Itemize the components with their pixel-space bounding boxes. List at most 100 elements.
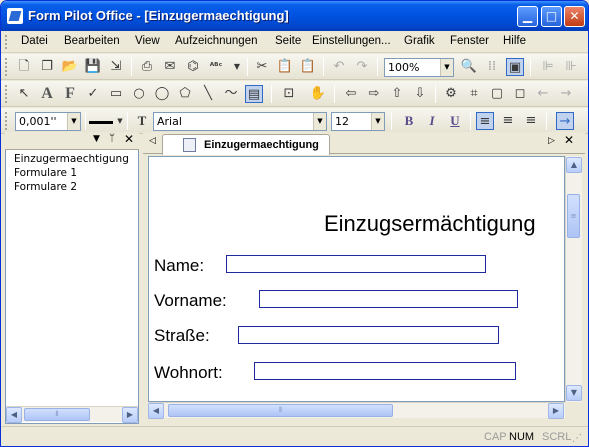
circle-tool-icon[interactable]: ◯ bbox=[153, 85, 171, 103]
strasse-field[interactable] bbox=[238, 326, 499, 344]
tab-scroll-right-icon[interactable]: ▷ bbox=[548, 136, 555, 146]
minimize-button[interactable]: ▁ bbox=[517, 6, 538, 27]
save-icon[interactable]: 💾 bbox=[84, 58, 102, 76]
tab-scroll-left-icon[interactable]: ◁ bbox=[149, 136, 156, 146]
spellcheck-icon[interactable]: ᴬᴮᶜ bbox=[207, 58, 225, 76]
chevron-down-icon[interactable]: ▼ bbox=[440, 59, 453, 76]
line-width-combo[interactable]: 0,001'' ▼ bbox=[15, 112, 81, 131]
scroll-thumb[interactable]: ⫴ bbox=[24, 408, 90, 421]
menu-aufzeichnungen[interactable]: Aufzeichnungen bbox=[175, 35, 257, 47]
export-icon[interactable]: ⇲ bbox=[107, 58, 125, 76]
menu-einstellungen[interactable]: Einstellungen... bbox=[312, 35, 391, 47]
frame-icon[interactable]: ⊡ bbox=[280, 85, 298, 103]
horizontal-scroll-thumb[interactable]: ⫴ bbox=[168, 404, 393, 417]
chevron-down-icon[interactable]: ▼ bbox=[67, 113, 80, 130]
forward-icon[interactable]: → bbox=[557, 85, 575, 103]
arrow-left-icon[interactable]: ⇦ bbox=[342, 85, 360, 103]
next-field-icon[interactable]: → bbox=[556, 112, 574, 130]
panel-menu-icon[interactable]: ▼ bbox=[93, 134, 100, 144]
copy-page-icon[interactable]: ❐ bbox=[38, 58, 56, 76]
tree-item-formulare-1[interactable]: Formulare 1 bbox=[14, 167, 77, 179]
menu-grafik[interactable]: Grafik bbox=[404, 35, 435, 47]
align-left-text-icon[interactable]: ≡ bbox=[476, 112, 494, 130]
close-button[interactable]: ✕ bbox=[564, 6, 585, 27]
select-arrow-icon[interactable]: ↖ bbox=[15, 85, 33, 103]
name-field[interactable] bbox=[226, 255, 486, 273]
box-icon[interactable]: ▢ bbox=[488, 85, 506, 103]
align-right-text-icon[interactable]: ≡ bbox=[522, 112, 540, 130]
panel-close-icon[interactable]: ✕ bbox=[124, 132, 134, 146]
italic-button[interactable]: I bbox=[423, 112, 441, 130]
font-size-combo[interactable]: 12 ▼ bbox=[331, 112, 385, 131]
menu-view[interactable]: View bbox=[135, 35, 160, 47]
scroll-left-icon[interactable]: ◀ bbox=[148, 403, 164, 419]
align-center-text-icon[interactable]: ≡ bbox=[499, 112, 517, 130]
menu-fenster[interactable]: Fenster bbox=[450, 35, 489, 47]
snap-icon[interactable]: ▣ bbox=[506, 58, 524, 76]
rectangle-tool-icon[interactable]: ▭ bbox=[107, 85, 125, 103]
menu-hilfe[interactable]: Hilfe bbox=[503, 35, 526, 47]
chevron-down-icon[interactable]: ▼ bbox=[371, 113, 384, 130]
scan-icon[interactable]: ⌬ bbox=[184, 58, 202, 76]
text-tool-icon[interactable]: A bbox=[38, 85, 56, 103]
redo-icon[interactable]: ↷ bbox=[353, 58, 371, 76]
document-close-icon[interactable]: ✕ bbox=[564, 133, 574, 147]
font-combo[interactable]: Arial ▼ bbox=[153, 112, 327, 131]
menu-seite[interactable]: Seite bbox=[275, 35, 301, 47]
vertical-scroll-thumb[interactable]: ≡ bbox=[567, 194, 580, 238]
maximize-button[interactable]: □ bbox=[541, 6, 562, 27]
menu-bearbeiten[interactable]: Bearbeiten bbox=[64, 35, 120, 47]
vorname-field[interactable] bbox=[259, 290, 518, 308]
arrow-right-icon[interactable]: ⇨ bbox=[365, 85, 383, 103]
tab-einzugermaechtigung[interactable]: Einzugermaechtigung bbox=[162, 134, 330, 155]
resize-grip-icon[interactable]: ⋰ bbox=[572, 433, 582, 444]
scroll-right-icon[interactable]: ▶ bbox=[122, 407, 138, 423]
align-right-icon[interactable]: ⊪ bbox=[562, 58, 580, 76]
magnifier-icon[interactable]: 🔍 bbox=[460, 58, 478, 76]
zoom-combo[interactable]: 100% ▼ bbox=[384, 58, 454, 77]
polygon-tool-icon[interactable]: ⬠ bbox=[176, 85, 194, 103]
tree-item-formulare-2[interactable]: Formulare 2 bbox=[14, 181, 77, 193]
chevron-down-icon[interactable]: ▼ bbox=[313, 113, 326, 130]
title-bar[interactable]: Form Pilot Office - [Einzugermaechtigung… bbox=[1, 1, 588, 31]
square-icon[interactable]: ◻ bbox=[511, 85, 529, 103]
arrow-down-icon[interactable]: ⇩ bbox=[411, 85, 429, 103]
back-icon[interactable]: ← bbox=[534, 85, 552, 103]
crop-icon[interactable]: ⌗ bbox=[465, 85, 483, 103]
align-left-icon[interactable]: ⊫ bbox=[539, 58, 557, 76]
menu-grip[interactable] bbox=[5, 35, 8, 49]
checkbox-tool-icon[interactable]: ✓ bbox=[84, 85, 102, 103]
print-icon[interactable]: ⎙ bbox=[138, 58, 156, 76]
document-vertical-scrollbar[interactable]: ▲ ≡ ▼ bbox=[565, 156, 582, 402]
toolbar-grip[interactable] bbox=[5, 58, 8, 76]
toolbar-grip[interactable] bbox=[5, 85, 8, 103]
spellcheck-dropdown-icon[interactable]: ▼ bbox=[228, 58, 246, 76]
panel-horizontal-scrollbar[interactable]: ◀ ⫴ ▶ bbox=[6, 406, 138, 423]
grid-icon[interactable]: ⁞⁞ bbox=[483, 58, 501, 76]
tree-item-einzugermaechtigung[interactable]: Einzugermaechtigung bbox=[14, 153, 129, 165]
ellipse-tool-icon[interactable]: ○ bbox=[130, 85, 148, 103]
scroll-left-icon[interactable]: ◀ bbox=[6, 407, 22, 423]
scroll-right-icon[interactable]: ▶ bbox=[548, 403, 564, 419]
image-tool-icon[interactable]: ▤ bbox=[245, 85, 263, 103]
wohnort-field[interactable] bbox=[254, 362, 516, 380]
undo-icon[interactable]: ↶ bbox=[330, 58, 348, 76]
cut-icon[interactable]: ✂ bbox=[253, 58, 271, 76]
hand-tool-icon[interactable]: ✋ bbox=[309, 85, 327, 103]
document-horizontal-scrollbar[interactable]: ◀ ⫴ ▶ bbox=[148, 402, 565, 419]
paste-icon[interactable]: 📋 bbox=[299, 58, 317, 76]
open-folder-icon[interactable]: 📂 bbox=[61, 58, 79, 76]
underline-button[interactable]: U bbox=[446, 112, 464, 130]
scroll-down-icon[interactable]: ▼ bbox=[566, 385, 582, 401]
new-icon[interactable]: 🗋 bbox=[15, 58, 33, 76]
bold-button[interactable]: B bbox=[400, 112, 418, 130]
arrow-up-icon[interactable]: ⇧ bbox=[388, 85, 406, 103]
line-style-icon[interactable] bbox=[89, 112, 113, 130]
line-tool-icon[interactable]: ╲ bbox=[199, 85, 217, 103]
form-canvas[interactable]: Einzugsermächtigung Name: Vorname: Straß… bbox=[148, 156, 565, 402]
field-tool-icon[interactable]: F bbox=[61, 85, 79, 103]
scroll-up-icon[interactable]: ▲ bbox=[566, 157, 582, 173]
paste-copy-icon[interactable]: 📋 bbox=[276, 58, 294, 76]
curve-tool-icon[interactable]: 〜 bbox=[222, 85, 240, 103]
pin-icon[interactable]: ᛘ bbox=[109, 133, 115, 144]
